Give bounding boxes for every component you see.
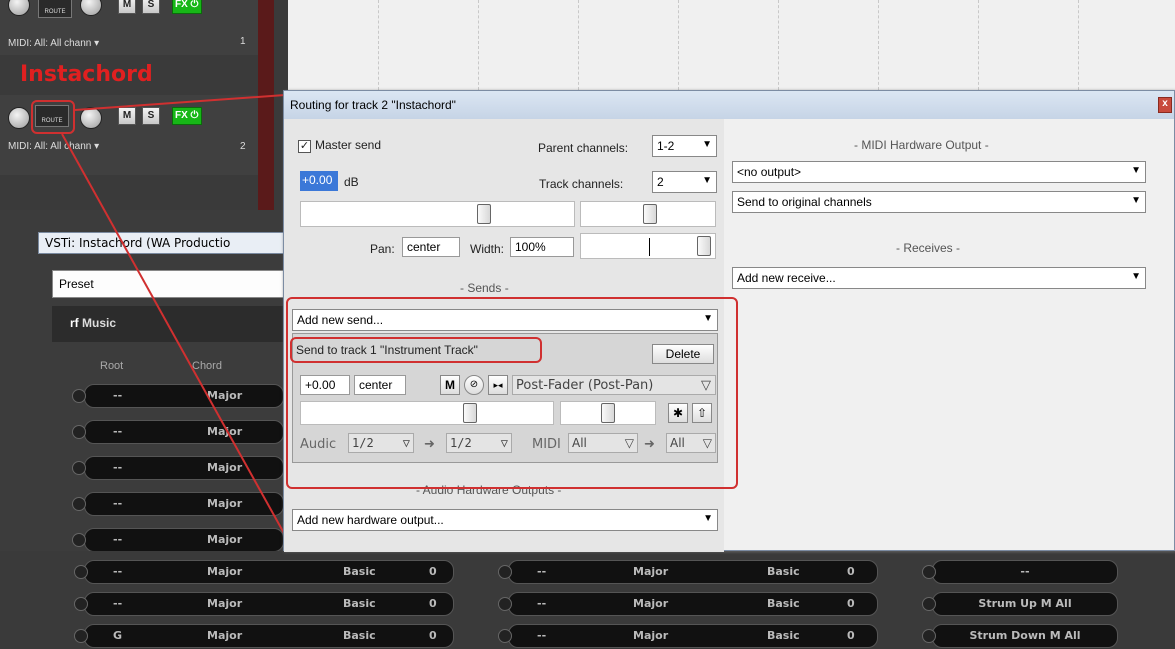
width-label: Width: xyxy=(470,242,505,256)
chevron-down-icon: ▼ xyxy=(702,175,712,186)
width-input[interactable]: 100% xyxy=(510,237,574,257)
routing-dialog: Routing for track 2 "Instachord" x ✓ Mast… xyxy=(283,90,1175,552)
chevron-down-icon: ▼ xyxy=(703,513,713,524)
receives-header: - Receives - xyxy=(896,241,961,255)
width-slider[interactable] xyxy=(580,233,716,259)
chevron-down-icon: ▼ xyxy=(1131,165,1141,176)
track-channels-value: 2 xyxy=(657,175,664,189)
volume-slider[interactable] xyxy=(300,201,575,227)
master-send-label: Master send xyxy=(315,138,382,152)
chevron-down-icon: ▼ xyxy=(702,139,712,150)
slider-thumb[interactable] xyxy=(697,236,711,256)
dialog-title: Routing for track 2 "Instachord" xyxy=(290,98,456,112)
chevron-down-icon: ▼ xyxy=(1131,271,1141,282)
add-receive-select[interactable]: Add new receive... ▼ xyxy=(732,267,1146,289)
volume-unit: dB xyxy=(344,175,359,189)
annotation-line xyxy=(74,94,286,111)
midi-output-select[interactable]: <no output> ▼ xyxy=(732,161,1146,183)
add-hw-text: Add new hardware output... xyxy=(297,513,444,527)
add-receive-text: Add new receive... xyxy=(737,271,836,285)
center-mark xyxy=(649,238,650,256)
parent-channels-label: Parent channels: xyxy=(538,141,629,155)
send-highlight xyxy=(286,297,738,489)
add-hw-output-select[interactable]: Add new hardware output... ▼ xyxy=(292,509,718,531)
parent-channels-select[interactable]: 1-2 ▼ xyxy=(652,135,717,157)
chevron-down-icon: ▼ xyxy=(1131,195,1141,206)
checkbox-icon: ✓ xyxy=(298,140,311,153)
slider-thumb[interactable] xyxy=(477,204,491,224)
parent-channels-value: 1-2 xyxy=(657,139,675,153)
send-name-highlight xyxy=(290,337,542,363)
volume-input[interactable]: +0.00 xyxy=(300,171,338,191)
send-channels-select[interactable]: Send to original channels ▼ xyxy=(732,191,1146,213)
annotation-line xyxy=(61,133,286,536)
pan-label: Pan: xyxy=(370,242,395,256)
pan-input[interactable]: center xyxy=(402,237,460,257)
midi-hw-header: - MIDI Hardware Output - xyxy=(854,138,989,152)
master-send-checkbox[interactable]: ✓ Master send xyxy=(298,138,381,153)
sends-header: - Sends - xyxy=(460,281,509,295)
track-channels-label: Track channels: xyxy=(539,177,624,191)
slider-thumb[interactable] xyxy=(643,204,657,224)
close-button[interactable]: x xyxy=(1158,97,1172,113)
midi-output-value: <no output> xyxy=(737,165,802,179)
pan-slider[interactable] xyxy=(580,201,716,227)
track-channels-select[interactable]: 2 ▼ xyxy=(652,171,717,193)
dialog-titlebar: Routing for track 2 "Instachord" x xyxy=(284,91,1174,119)
send-channels-value: Send to original channels xyxy=(737,195,872,209)
